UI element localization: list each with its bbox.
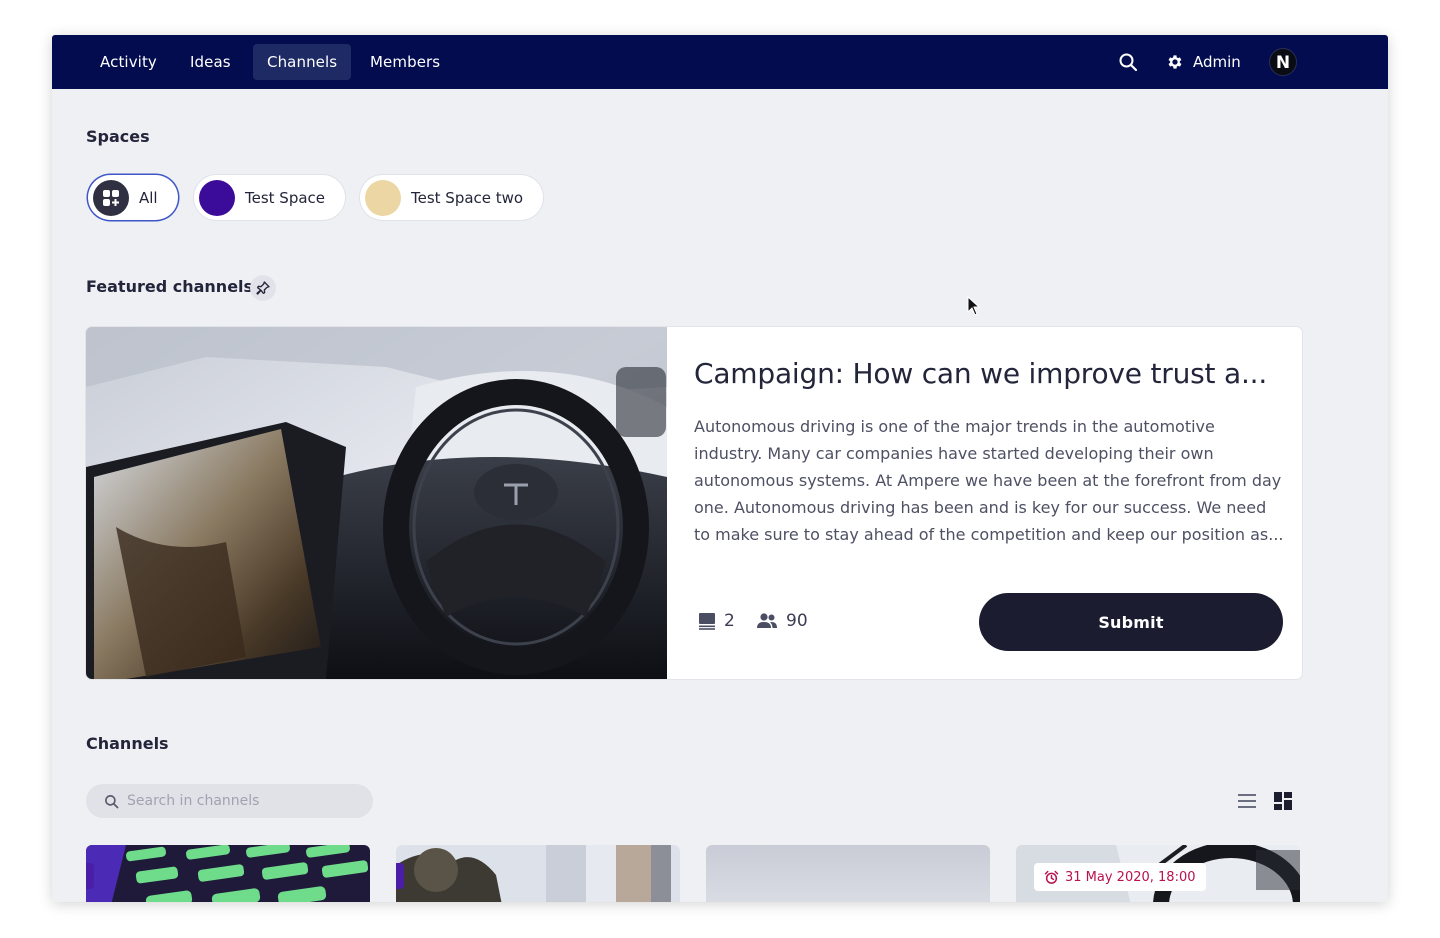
- channels-search-input[interactable]: [127, 793, 357, 809]
- space-chip-test-space[interactable]: Test Space: [194, 175, 346, 220]
- deadline-text: 31 May 2020, 18:00: [1065, 869, 1196, 885]
- space-avatar: [199, 179, 235, 216]
- nav-activity[interactable]: Activity: [86, 44, 171, 80]
- gear-icon: [1168, 55, 1182, 69]
- space-chip-label: Test Space two: [411, 188, 524, 207]
- space-tag: [396, 863, 404, 889]
- space-chip-test-space-two[interactable]: Test Space two: [360, 175, 544, 220]
- channel-card-image: [86, 845, 370, 902]
- app-window: Activity Ideas Channels Members Admin N …: [52, 35, 1388, 902]
- members-count-value: 90: [786, 611, 808, 631]
- space-chip-all[interactable]: All: [88, 175, 178, 220]
- featured-card-title[interactable]: Campaign: How can we improve trust a...: [694, 357, 1284, 390]
- search-icon[interactable]: [1118, 52, 1138, 72]
- spaces-title: Spaces: [86, 127, 150, 146]
- featured-channel-image: [86, 327, 667, 679]
- mouse-cursor-icon: [967, 296, 981, 316]
- top-navbar: Activity Ideas Channels Members Admin N: [52, 35, 1388, 89]
- featured-channel-card[interactable]: Campaign: How can we improve trust a... …: [86, 327, 1302, 679]
- nav-ideas[interactable]: Ideas: [176, 44, 245, 80]
- pin-icon: [256, 281, 270, 295]
- deadline-badge: 31 May 2020, 18:00: [1034, 863, 1206, 891]
- featured-card-description: Autonomous driving is one of the major t…: [694, 417, 1284, 544]
- space-avatar: [365, 179, 401, 216]
- channel-card[interactable]: 31 May 2020, 18:00: [1016, 845, 1300, 902]
- search-icon: [105, 794, 119, 808]
- featured-title: Featured channels: [86, 277, 254, 296]
- ideas-count-value: 2: [724, 611, 735, 631]
- channel-card-image: [706, 845, 990, 902]
- channels-search[interactable]: [86, 784, 373, 818]
- channel-card[interactable]: [706, 845, 990, 902]
- pin-button[interactable]: [250, 275, 276, 301]
- nav-members[interactable]: Members: [356, 44, 454, 80]
- nav-channels[interactable]: Channels: [253, 44, 352, 80]
- space-chip-label: All: [139, 188, 158, 207]
- user-avatar[interactable]: N: [1269, 48, 1297, 76]
- grid-view-icon[interactable]: [1272, 790, 1294, 812]
- alarm-clock-icon: [1044, 870, 1059, 884]
- ideas-icon: [699, 613, 715, 630]
- members-icon: [757, 613, 777, 628]
- channels-title: Channels: [86, 734, 169, 753]
- channel-card[interactable]: [396, 845, 680, 902]
- space-tag: [86, 863, 94, 889]
- submit-button[interactable]: Submit: [979, 593, 1283, 651]
- ideas-count: 2: [698, 611, 735, 631]
- grid-icon: [93, 179, 129, 216]
- admin-label: Admin: [1193, 53, 1241, 71]
- members-count: 90: [756, 611, 808, 631]
- space-chip-label: Test Space: [245, 188, 326, 207]
- admin-menu[interactable]: Admin: [1166, 44, 1241, 80]
- channel-card[interactable]: [86, 845, 370, 902]
- channel-card-image: [396, 845, 680, 902]
- list-view-icon[interactable]: [1236, 790, 1258, 812]
